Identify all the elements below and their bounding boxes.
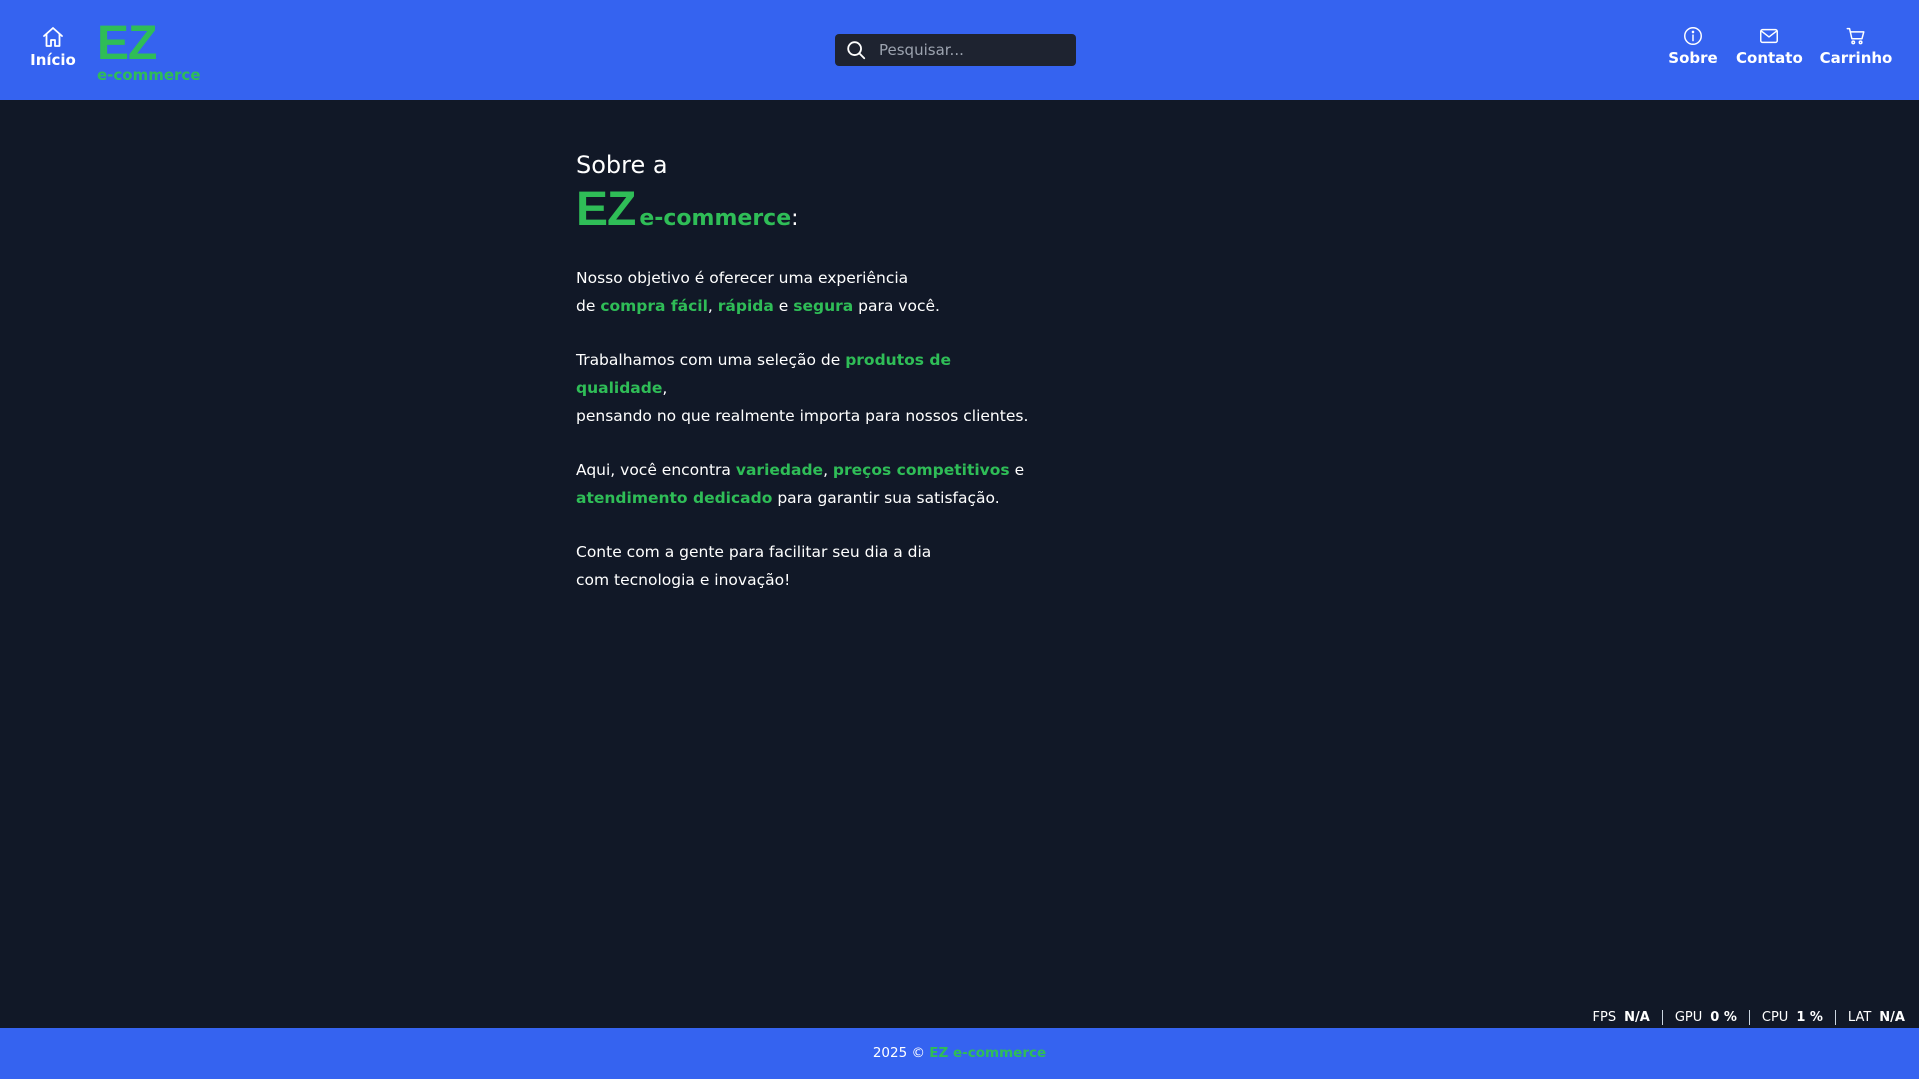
text: , — [662, 379, 668, 397]
about-brand-sub: e-commerce — [639, 206, 792, 231]
home-icon — [43, 27, 63, 47]
highlight: variedade — [735, 461, 824, 479]
cart-icon — [1846, 27, 1865, 45]
text: Aqui, você encontra — [576, 461, 736, 479]
about-brand-main: EZ — [576, 183, 636, 236]
about-paragraph-4: Conte com a gente para facilitar seu dia… — [576, 538, 1036, 594]
about-heading-brand: EZ e-commerce: — [576, 182, 1036, 236]
nav-home-label: Início — [30, 51, 76, 69]
text: , — [707, 297, 718, 315]
highlight: preços competitivos — [832, 461, 1010, 479]
search-box[interactable] — [835, 34, 1076, 66]
text: para garantir sua satisfação. — [772, 489, 1000, 507]
nav-contato-link[interactable]: Contato — [1736, 25, 1803, 73]
logo[interactable]: EZ e-commerce — [97, 17, 207, 85]
nav-carrinho-link[interactable]: Carrinho — [1818, 25, 1894, 73]
search-input[interactable] — [877, 34, 1067, 66]
perf-value: N/A — [1624, 1009, 1650, 1025]
about-paragraph-2: Trabalhamos com uma seleção de produtos … — [576, 346, 1036, 430]
nav-sobre-label: Sobre — [1668, 49, 1718, 67]
perf-label: GPU — [1674, 1009, 1703, 1025]
text: e — [1009, 461, 1025, 479]
main-content: Sobre a EZ e-commerce: Nosso objetivo é o… — [0, 100, 1919, 1028]
perf-fps: FPS N/A — [1581, 1010, 1662, 1025]
text: , — [823, 461, 833, 479]
about-section: Sobre a EZ e-commerce: Nosso objetivo é o… — [576, 150, 1036, 594]
perf-label: FPS — [1592, 1009, 1617, 1025]
text: e — [773, 297, 794, 315]
perf-value: 1 % — [1796, 1009, 1823, 1025]
text: para você. — [853, 297, 940, 315]
footer: 2025 © EZ e-commerce — [0, 1028, 1919, 1079]
footer-copyright: 2025 © — [872, 1045, 930, 1061]
perf-label: LAT — [1847, 1009, 1872, 1025]
highlight: compra fácil — [600, 297, 708, 315]
highlight: rápida — [717, 297, 774, 315]
about-paragraph-3: Aqui, você encontra variedade, preços co… — [576, 456, 1036, 512]
perf-gpu: GPU 0 % — [1661, 1009, 1749, 1025]
nav-carrinho-label: Carrinho — [1819, 49, 1893, 67]
search-icon — [847, 41, 866, 60]
perf-lat: LAT N/A — [1834, 1009, 1905, 1025]
text: Trabalhamos com uma seleção de — [576, 351, 846, 369]
nav-contato-label: Contato — [1736, 49, 1803, 67]
perf-label: CPU — [1761, 1009, 1789, 1025]
text: Nosso objetivo é oferecer uma experiênci… — [576, 269, 909, 287]
text: com tecnologia e inovação! — [576, 571, 791, 589]
nav-sobre-link[interactable]: Sobre — [1666, 25, 1720, 73]
text: Conte com a gente para facilitar seu dia… — [576, 543, 932, 561]
perf-value: N/A — [1879, 1009, 1905, 1025]
logo-main: EZ — [97, 17, 157, 70]
text: de — [576, 297, 601, 315]
text: pensando no que realmente importa para n… — [576, 407, 1029, 425]
about-brand-colon: : — [791, 206, 799, 231]
footer-brand: EZ e-commerce — [929, 1045, 1047, 1061]
highlight: atendimento dedicado — [576, 489, 773, 507]
nav-home-link[interactable]: Início — [28, 25, 78, 73]
perf-cpu: CPU 1 % — [1748, 1009, 1835, 1025]
about-paragraph-1: Nosso objetivo é oferecer uma experiênci… — [576, 264, 1036, 320]
header: Início EZ e-commerce Sobre Contato — [0, 0, 1919, 100]
perf-value: 0 % — [1710, 1009, 1737, 1025]
info-icon — [1684, 27, 1702, 45]
mail-icon — [1760, 28, 1778, 44]
perf-overlay: FPS N/A GPU 0 % CPU 1 % LAT N/A — [1581, 1006, 1905, 1028]
highlight: segura — [793, 297, 854, 315]
about-heading-prefix: Sobre a — [576, 151, 668, 179]
logo-sub: e-commerce — [97, 66, 201, 84]
